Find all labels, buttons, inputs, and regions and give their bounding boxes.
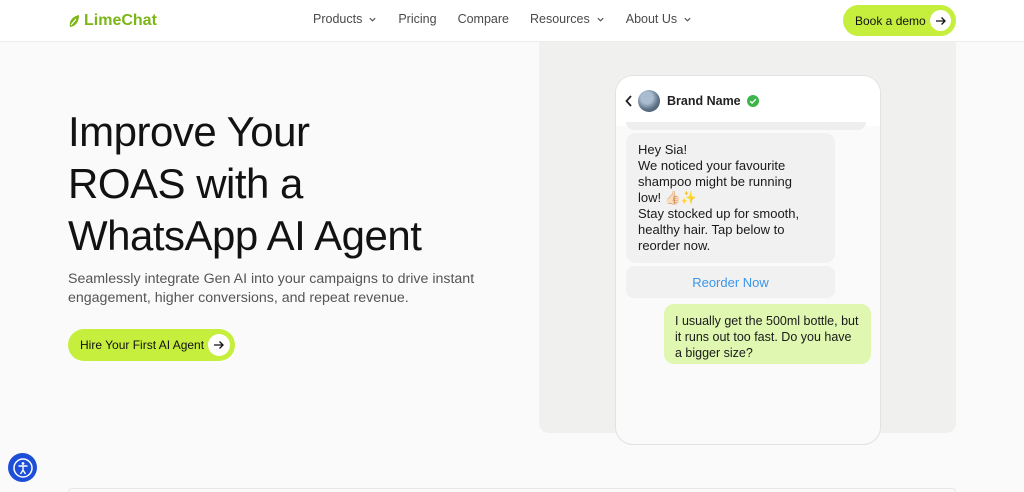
nav-item-products[interactable]: Products — [313, 12, 377, 26]
arrow-right-icon — [935, 16, 946, 25]
incoming-message: Hey Sia! We noticed your favourite shamp… — [626, 133, 835, 263]
chevron-left-icon[interactable] — [624, 94, 634, 108]
hire-agent-label: Hire Your First AI Agent — [80, 338, 205, 352]
section-edge — [68, 488, 956, 492]
hero-subtitle: Seamlessly integrate Gen AI into your ca… — [68, 271, 475, 306]
header-shadow — [626, 122, 866, 130]
nav-item-compare[interactable]: Compare — [458, 12, 509, 26]
outgoing-message: I usually get the 500ml bottle, but it r… — [664, 304, 871, 364]
message-line: We noticed your favourite — [638, 158, 786, 173]
nav-item-label: About Us — [625, 12, 678, 26]
nav-item-resources[interactable]: Resources — [530, 12, 605, 26]
nav-links: Products Pricing Compare Resources About… — [313, 12, 713, 26]
nav-item-label: Pricing — [398, 12, 437, 26]
nav-item-label: Products — [313, 12, 363, 26]
arrow-circle — [930, 10, 951, 31]
message-line: Hey Sia! — [638, 142, 688, 157]
avatar — [638, 90, 660, 112]
hire-agent-button[interactable]: Hire Your First AI Agent — [68, 329, 235, 361]
logo[interactable]: LimeChat — [68, 10, 157, 32]
hero-title-line: ROAS with a — [68, 160, 303, 207]
chevron-down-icon — [597, 17, 604, 22]
arrow-circle — [208, 334, 230, 356]
brand-name: Brand Name — [667, 94, 741, 108]
accessibility-icon — [12, 457, 33, 478]
message-line: reorder now. — [638, 238, 711, 253]
book-demo-label: Book a demo — [855, 13, 926, 28]
reorder-now-label: Reorder Now — [692, 274, 769, 290]
nav-item-label: Compare — [457, 12, 509, 26]
nav-item-about-us[interactable]: About Us — [626, 12, 692, 26]
hero-title-line: Improve Your — [68, 108, 310, 155]
hero-title: Improve Your ROAS with a WhatsApp AI Age… — [68, 106, 508, 262]
hero-title-line: WhatsApp AI Agent — [68, 212, 422, 259]
book-demo-button[interactable]: Book a demo — [843, 5, 956, 36]
accessibility-button[interactable] — [8, 453, 37, 482]
nav-item-pricing[interactable]: Pricing — [398, 12, 436, 26]
nav-item-label: Resources — [529, 12, 590, 26]
top-nav: LimeChat Products Pricing Compare Resour… — [0, 0, 1024, 42]
chevron-down-icon — [369, 17, 376, 22]
message-text: I usually get the 500ml bottle, but it r… — [675, 314, 859, 360]
chat-header: Brand Name — [616, 76, 880, 126]
verified-check-icon — [746, 95, 759, 107]
message-line: shampoo might be running — [638, 174, 792, 189]
chevron-down-icon — [684, 17, 691, 22]
message-line: low! 👍🏻✨ — [638, 190, 698, 205]
phone-mockup: Brand Name Hey Sia! We noticed your favo… — [615, 75, 881, 445]
message-line: Stay stocked up for smooth, — [638, 206, 800, 221]
arrow-right-icon — [214, 341, 224, 349]
logo-text: LimeChat — [84, 12, 157, 29]
message-line: healthy hair. Tap below to — [638, 222, 785, 237]
leaf-icon — [69, 15, 79, 27]
reorder-now-button[interactable]: Reorder Now — [626, 266, 835, 298]
